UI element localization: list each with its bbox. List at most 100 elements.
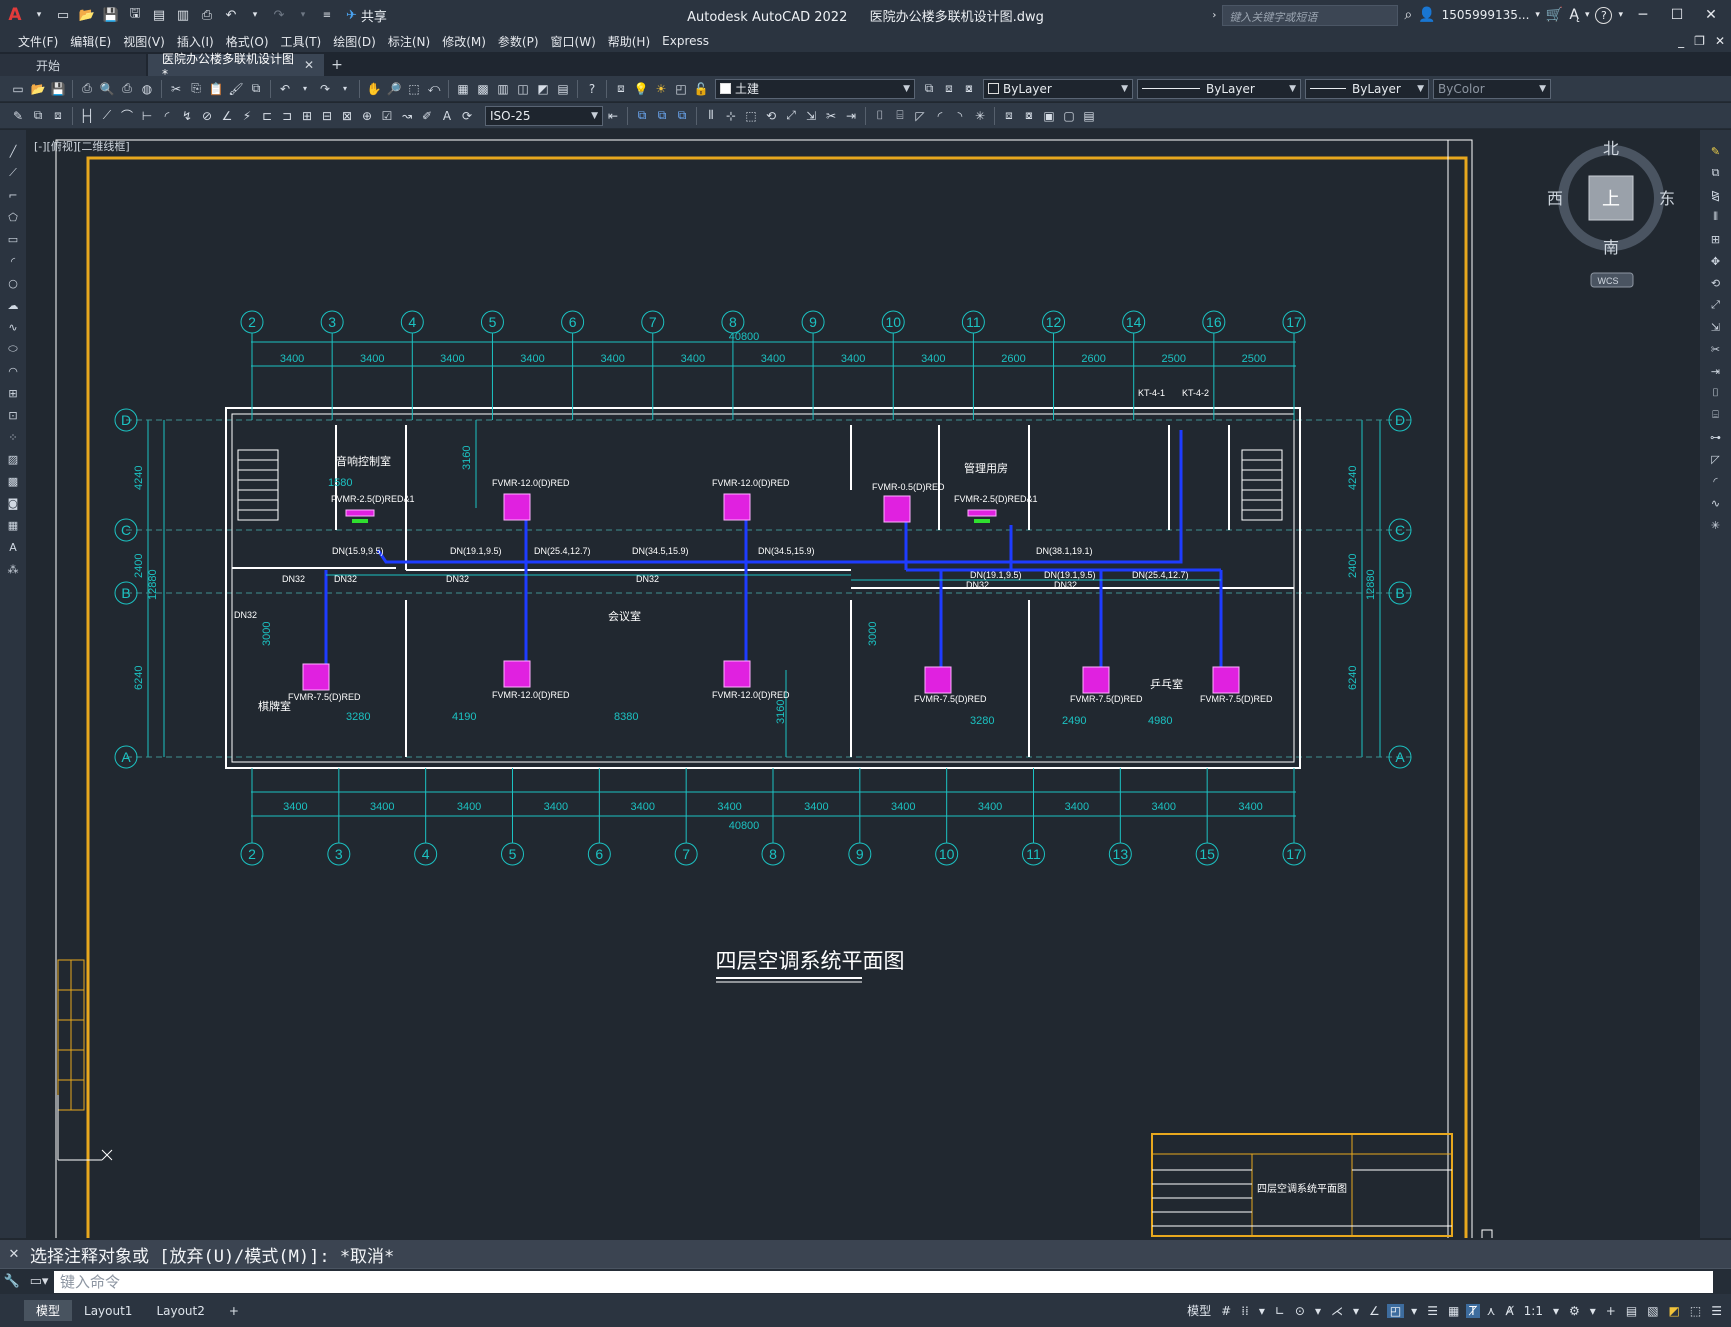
chamfer-icon[interactable]: ◸ xyxy=(1706,450,1726,468)
ellipse-arc-icon[interactable]: ◠ xyxy=(3,362,23,380)
tb-copy-icon[interactable]: ⎘ xyxy=(186,79,206,99)
dim-jogged-icon[interactable]: ↯ xyxy=(177,106,197,126)
lineweight-dropdown[interactable]: ByLayer ▼ xyxy=(1305,78,1429,99)
dim-baseline-icon[interactable]: ⊏ xyxy=(257,106,277,126)
draworder-text-icon[interactable]: ▤ xyxy=(1079,106,1099,126)
modify-chamfer-icon[interactable]: ◸ xyxy=(910,106,930,126)
tb-block-editor-icon[interactable]: ⧉ xyxy=(246,79,266,99)
annotation-scale-dropdown-icon[interactable]: ▾ xyxy=(1550,1304,1562,1318)
plot-icon[interactable]: ⎙ xyxy=(196,4,218,26)
hardware-acceleration-icon[interactable]: ◩ xyxy=(1666,1304,1683,1318)
command-input[interactable]: 键入命令 xyxy=(54,1270,1713,1293)
menu-edit[interactable]: 编辑(E) xyxy=(70,33,123,50)
modify-join-icon[interactable]: ⌸ xyxy=(890,106,910,126)
annotation-monitor-icon[interactable]: + xyxy=(1603,1304,1619,1318)
modify-mirror-icon[interactable]: ⧉ xyxy=(672,106,692,126)
modify-blend-icon[interactable]: ◝ xyxy=(950,106,970,126)
rectangle-icon[interactable]: ▭ xyxy=(3,230,23,248)
dim-update-icon[interactable]: ⟳ xyxy=(457,106,477,126)
menu-dimension[interactable]: 标注(N) xyxy=(388,33,442,50)
modify-explode-icon[interactable]: ✳ xyxy=(970,106,990,126)
open-file-icon[interactable]: 📂 xyxy=(76,4,98,26)
layer-lock-icon[interactable]: 🔓 xyxy=(691,79,711,99)
layer-on-icon[interactable]: 💡 xyxy=(631,79,651,99)
inspection-icon[interactable]: ☑ xyxy=(377,106,397,126)
dim-radius-icon[interactable]: ◜ xyxy=(157,106,177,126)
dim-continue-icon[interactable]: ⊐ xyxy=(277,106,297,126)
tb-cut-icon[interactable]: ✂ xyxy=(166,79,186,99)
dim-quick-icon[interactable]: ⚡ xyxy=(237,106,257,126)
polar-dropdown-icon[interactable]: ▾ xyxy=(1312,1304,1324,1318)
dimstyle-manager-icon[interactable]: ⇤ xyxy=(603,106,623,126)
compass-east[interactable]: 东 xyxy=(1659,190,1675,208)
tab-close-icon[interactable]: ✕ xyxy=(304,58,314,72)
plotstyle-dropdown[interactable]: ByColor ▼ xyxy=(1433,78,1551,99)
tb-zoom-realtime-icon[interactable]: 🔎 xyxy=(384,79,404,99)
annotation-visibility-icon[interactable]: Ⱦ xyxy=(1466,1303,1480,1318)
polyline-icon[interactable]: ⌐ xyxy=(3,186,23,204)
array-icon[interactable]: ⊞ xyxy=(1706,230,1726,248)
minimize-icon[interactable]: ─ xyxy=(1629,3,1657,27)
fillet-icon[interactable]: ◜ xyxy=(1706,472,1726,490)
tb-layer-previous-icon[interactable]: ⧈ xyxy=(939,79,959,99)
tb-make-current-icon[interactable]: ⧉ xyxy=(919,79,939,99)
draworder-back-icon[interactable]: ⧇ xyxy=(1019,106,1039,126)
tb-properties-icon[interactable]: ▦ xyxy=(453,79,473,99)
tb-plot-icon[interactable]: ⎙ xyxy=(77,79,97,99)
trim-icon[interactable]: ✂ xyxy=(1706,340,1726,358)
scale-icon[interactable]: ⤢ xyxy=(1706,296,1726,314)
dim-space-icon[interactable]: ⊞ xyxy=(297,106,317,126)
spline-icon[interactable]: ∿ xyxy=(3,318,23,336)
tab-start[interactable]: 开始 xyxy=(0,54,146,76)
tb-new-icon[interactable]: ▭ xyxy=(8,79,28,99)
point-icon[interactable]: ⁘ xyxy=(3,428,23,446)
insert-block-icon[interactable]: ⊞ xyxy=(3,384,23,402)
tb-calculator-icon[interactable]: ▤ xyxy=(553,79,573,99)
menu-window[interactable]: 窗口(W) xyxy=(551,33,608,50)
tb-save-icon[interactable]: 💾 xyxy=(48,79,68,99)
circle-icon[interactable]: ○ xyxy=(3,274,23,292)
region-icon[interactable]: ◙ xyxy=(3,494,23,512)
menu-draw[interactable]: 绘图(D) xyxy=(333,33,388,50)
transparency-icon[interactable]: ▦ xyxy=(1445,1304,1462,1318)
modify-break-icon[interactable]: ⌷ xyxy=(870,106,890,126)
tb-matchprop-icon[interactable]: 🖌 xyxy=(226,79,246,99)
dim-angular-icon[interactable]: ∠ xyxy=(217,106,237,126)
autodesk-app-icon[interactable]: Ą xyxy=(1569,7,1579,23)
polygon-icon[interactable]: ⬠ xyxy=(3,208,23,226)
user-icon[interactable]: 👤 xyxy=(1418,7,1435,23)
dim-edit-icon[interactable]: ✐ xyxy=(417,106,437,126)
dim-diameter-icon[interactable]: ⊘ xyxy=(197,106,217,126)
tb-zoom-previous-icon[interactable]: ⤺ xyxy=(424,79,444,99)
rotate-icon[interactable]: ⟲ xyxy=(1706,274,1726,292)
dim-break-icon[interactable]: ⊟ xyxy=(317,106,337,126)
copy-icon[interactable]: ⧉ xyxy=(1706,164,1726,182)
dim-text-edit-icon[interactable]: A xyxy=(437,106,457,126)
doc-restore-icon[interactable]: ❐ xyxy=(1694,34,1705,48)
offset-icon[interactable]: ⫴ xyxy=(1706,208,1726,226)
user-name[interactable]: 1505999135... xyxy=(1442,8,1530,22)
add-layout-button[interactable]: + xyxy=(217,1302,251,1320)
new-file-icon[interactable]: ▭ xyxy=(52,4,74,26)
modify-rotate-icon[interactable]: ⟲ xyxy=(761,106,781,126)
undo-icon[interactable]: ↶ xyxy=(220,4,242,26)
arc-icon[interactable]: ◜ xyxy=(3,252,23,270)
modify-copy-icon[interactable]: ⧉ xyxy=(652,106,672,126)
workspace-dropdown-icon[interactable]: ▾ xyxy=(1587,1304,1599,1318)
draworder-below-icon[interactable]: ▢ xyxy=(1059,106,1079,126)
stretch-icon[interactable]: ⇲ xyxy=(1706,318,1726,336)
cart-icon[interactable]: 🛒 xyxy=(1546,7,1563,23)
make-block-icon[interactable]: ⊡ xyxy=(3,406,23,424)
cmd-recent-icon[interactable]: ▭▾ xyxy=(24,1274,54,1289)
menu-express[interactable]: Express xyxy=(662,34,721,48)
viewcube[interactable]: 上 北 南 东 西 WCS xyxy=(1547,140,1675,288)
tb-sheet-set-icon[interactable]: ◫ xyxy=(513,79,533,99)
share-button[interactable]: ✈ 共享 xyxy=(346,6,387,25)
tb-publish-icon[interactable]: ⎙ xyxy=(117,79,137,99)
annotation-scale-icon[interactable]: Ⱥ xyxy=(1502,1304,1516,1318)
new-tab-button[interactable]: + xyxy=(326,54,348,76)
undo-dropdown-icon[interactable]: ▾ xyxy=(244,4,266,26)
line-icon[interactable]: ╱ xyxy=(3,142,23,160)
construction-line-icon[interactable]: ⟋ xyxy=(3,164,23,182)
dim-arc-icon[interactable]: ⌒ xyxy=(117,106,137,126)
